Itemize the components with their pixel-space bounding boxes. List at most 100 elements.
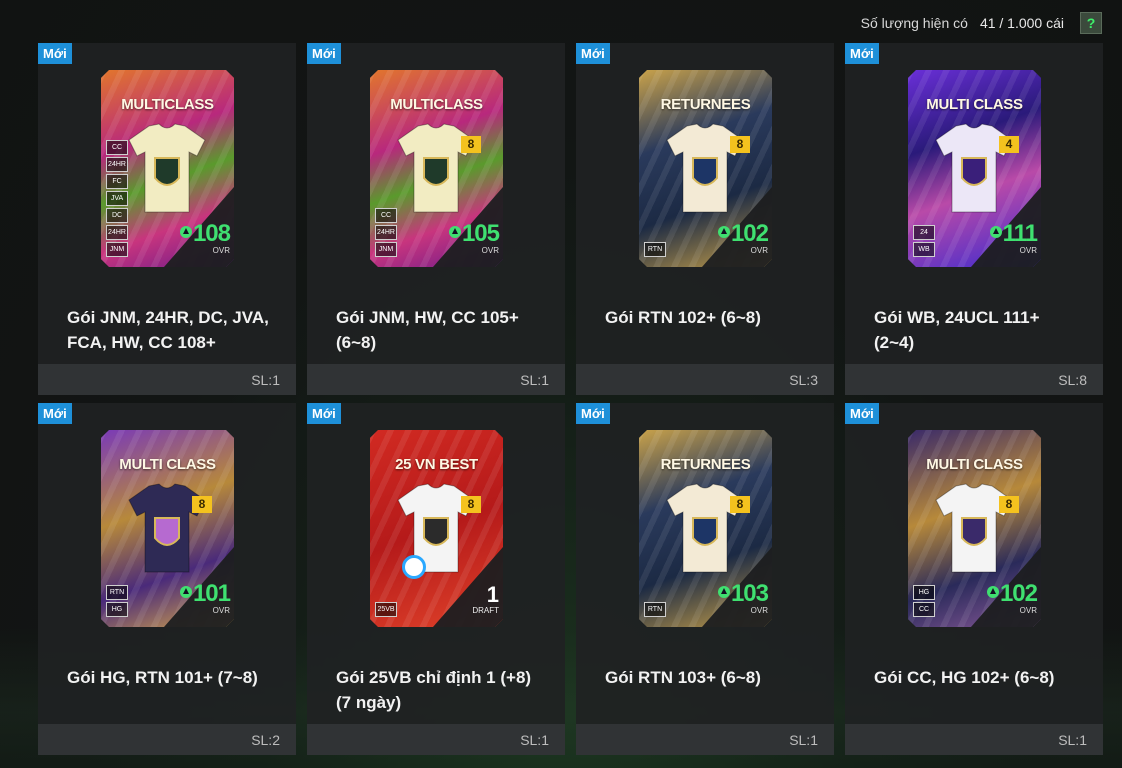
season-chip: RTN: [644, 602, 666, 617]
season-chips: 25VB: [375, 602, 397, 617]
pack-quantity: SL:1: [251, 372, 280, 388]
upgrade-arrow-icon: [448, 225, 461, 238]
new-badge: Mới: [307, 43, 341, 64]
pack-quantity: SL:8: [1058, 372, 1087, 388]
draft-count: 1: [486, 582, 499, 607]
pack-name: Gói HG, RTN 101+ (7~8): [67, 668, 258, 687]
upgrade-arrow-icon: [179, 585, 192, 598]
ovr-value: 105: [461, 220, 500, 247]
pack-quantity: SL:1: [1058, 732, 1087, 748]
card-title: 25 VN BEST: [395, 456, 478, 473]
new-badge: Mới: [845, 43, 879, 64]
season-chip: WB: [913, 242, 935, 257]
pack-tile[interactable]: Mới MULTICLASS CC 24HR FC JVA DC 24HR JNM 108 OVR G…: [38, 43, 296, 395]
season-chips: CC 24HR FC JVA DC 24HR JNM: [106, 140, 128, 257]
season-chip: JNM: [106, 242, 128, 257]
pack-tile[interactable]: Mới RETURNEES 8 RTN 102 OVR Gói RTN 102+ (6~8)…: [576, 43, 834, 395]
new-badge: Mới: [307, 403, 341, 424]
pack-tile[interactable]: Mới MULTICLASS 8 CC 24HR JNM 105 OVR Gói JNM, HW…: [307, 43, 565, 395]
pack-name: Gói WB, 24UCL 111+ (2~4): [874, 308, 1040, 352]
level-badge: 8: [999, 496, 1019, 513]
season-chip: RTN: [644, 242, 666, 257]
new-badge: Mới: [576, 403, 610, 424]
ovr-block: 103 OVR: [717, 580, 769, 615]
season-chip: JVA: [106, 191, 128, 206]
card-title: MULTI CLASS: [926, 456, 1023, 473]
help-button[interactable]: ?: [1080, 12, 1102, 34]
level-badge: 4: [999, 136, 1019, 153]
pack-quantity: SL:2: [251, 732, 280, 748]
pack-name: Gói RTN 103+ (6~8): [605, 668, 761, 687]
upgrade-arrow-icon: [986, 585, 999, 598]
quantity-value: 41 / 1.000 cái: [979, 15, 1064, 31]
season-chip: 25VB: [375, 602, 397, 617]
season-chip: FC: [106, 174, 128, 189]
season-chips: RTN: [644, 602, 666, 617]
season-chip: 24: [913, 225, 935, 240]
pack-name: Gói JNM, HW, CC 105+ (6~8): [336, 308, 519, 352]
pack-card-image: RETURNEES 8 RTN 103 OVR: [639, 430, 772, 627]
level-badge: 8: [461, 136, 481, 153]
ovr-label: OVR: [212, 606, 230, 615]
ovr-value: 102: [730, 220, 769, 247]
ovr-block: 102 OVR: [986, 580, 1038, 615]
level-badge: 8: [461, 496, 481, 513]
pack-card-image: RETURNEES 8 RTN 102 OVR: [639, 70, 772, 267]
pack-tile[interactable]: Mới MULTI CLASS 8 HG CC 102 OVR Gói CC, HG 102+…: [845, 403, 1103, 755]
season-chip: CC: [913, 602, 935, 617]
draft-label: DRAFT: [472, 606, 499, 615]
ovr-block: 101 OVR: [179, 580, 231, 615]
ovr-label: OVR: [1019, 246, 1037, 255]
pack-tile[interactable]: Mới 25 VN BEST 8 25VB 1 DRAFT Gói 25VB chỉ địn…: [307, 403, 565, 755]
pack-quantity: SL:1: [520, 372, 549, 388]
ovr-label: OVR: [1019, 606, 1037, 615]
season-chips: HG CC: [913, 585, 935, 617]
card-title: MULTICLASS: [390, 96, 483, 113]
pack-card-image: MULTICLASS CC 24HR FC JVA DC 24HR JNM 108 OVR: [101, 70, 234, 267]
ovr-block: 105 OVR: [448, 220, 500, 255]
season-chips: RTN HG: [106, 585, 128, 617]
season-chip: RTN: [106, 585, 128, 600]
card-title: MULTI CLASS: [119, 456, 216, 473]
season-chip: HG: [106, 602, 128, 617]
ovr-value: 101: [192, 580, 231, 607]
pack-name: Gói RTN 102+ (6~8): [605, 308, 761, 327]
season-chips: 24 WB: [913, 225, 935, 257]
upgrade-arrow-icon: [989, 225, 1002, 238]
pack-card-image: MULTICLASS 8 CC 24HR JNM 105 OVR: [370, 70, 503, 267]
pack-name: Gói JNM, 24HR, DC, JVA, FCA, HW, CC 108+: [67, 308, 269, 352]
ovr-value: 103: [730, 580, 769, 607]
pack-tile[interactable]: Mới MULTI CLASS 8 RTN HG 101 OVR Gói HG, RTN 10…: [38, 403, 296, 755]
ovr-label: OVR: [750, 606, 768, 615]
pack-tile[interactable]: Mới MULTI CLASS 4 24 WB 111 OVR Gói WB, 24UCL 1…: [845, 43, 1103, 395]
new-badge: Mới: [845, 403, 879, 424]
card-title: RETURNEES: [660, 96, 751, 113]
pack-card-image: MULTI CLASS 8 RTN HG 101 OVR: [101, 430, 234, 627]
ovr-block: 111 OVR: [989, 222, 1038, 255]
season-chip: JNM: [375, 242, 397, 257]
inventory-header: Số lượng hiện có 41 / 1.000 cái ?: [861, 10, 1102, 36]
pack-quantity: SL:1: [520, 732, 549, 748]
season-chips: CC 24HR JNM: [375, 208, 397, 257]
ovr-label: OVR: [750, 246, 768, 255]
pack-name: Gói CC, HG 102+ (6~8): [874, 668, 1055, 687]
pack-grid: Mới MULTICLASS CC 24HR FC JVA DC 24HR JNM 108 OVR G…: [38, 43, 1103, 755]
upgrade-arrow-icon: [179, 225, 192, 238]
level-badge: 8: [730, 496, 750, 513]
upgrade-arrow-icon: [717, 585, 730, 598]
season-chip: 24HR: [106, 225, 128, 240]
pack-quantity: SL:3: [789, 372, 818, 388]
ovr-block: 1 DRAFT: [472, 582, 499, 616]
pack-tile[interactable]: Mới RETURNEES 8 RTN 103 OVR Gói RTN 103+ (6~8)…: [576, 403, 834, 755]
new-badge: Mới: [38, 43, 72, 64]
pack-card-image: MULTI CLASS 8 HG CC 102 OVR: [908, 430, 1041, 627]
ovr-label: OVR: [212, 246, 230, 255]
ovr-value: 102: [999, 580, 1038, 607]
new-badge: Mới: [576, 43, 610, 64]
pack-name: Gói 25VB chỉ định 1 (+8) (7 ngày): [336, 668, 532, 712]
season-chips: RTN: [644, 242, 666, 257]
level-badge: 8: [730, 136, 750, 153]
pack-quantity: SL:1: [789, 732, 818, 748]
upgrade-arrow-icon: [717, 225, 730, 238]
season-chip: 24HR: [375, 225, 397, 240]
